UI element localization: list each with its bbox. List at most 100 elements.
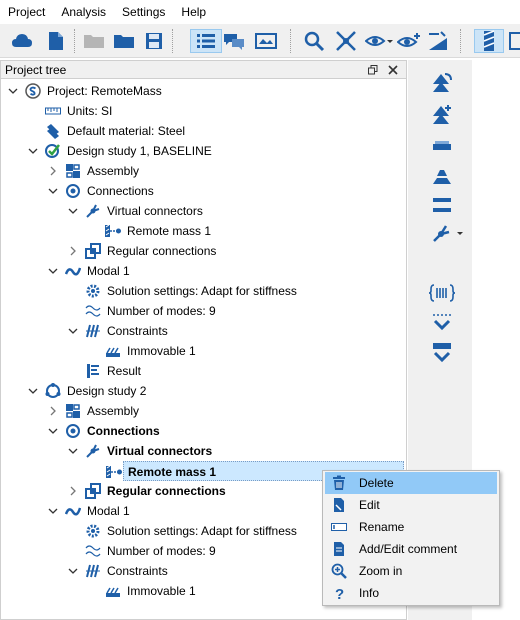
tree-row[interactable]: Assembly (1, 161, 406, 181)
context-menu-label: Edit (359, 498, 380, 512)
tree-row[interactable]: Connections (1, 181, 406, 201)
chevron-right-icon[interactable] (47, 401, 59, 421)
chevron-down-icon[interactable] (7, 81, 19, 101)
tree-list-icon[interactable] (190, 29, 222, 53)
tree-row-label: Connections (87, 424, 160, 438)
comments-icon[interactable] (222, 29, 246, 53)
chevron-down-icon[interactable] (67, 321, 79, 341)
tree-row-label: Remote mass 1 (127, 224, 212, 238)
open-folder-disabled-icon (82, 29, 106, 53)
tree-row[interactable]: Regular connections (1, 241, 406, 261)
window-partial-icon[interactable] (508, 29, 520, 53)
chevron-down-icon[interactable] (47, 501, 59, 521)
fit-arrows-icon[interactable] (334, 29, 358, 53)
context-menu: Delete Edit Rename Add/Edit comment Zoom in?… (322, 470, 500, 606)
remote-mass-icon (106, 464, 122, 480)
constraints-icon (85, 323, 101, 339)
tree-row[interactable]: Immovable 1 (1, 341, 406, 361)
rename-icon (331, 519, 347, 535)
panel-title: Project tree (5, 63, 67, 77)
tree-row-label: Immovable 1 (127, 344, 196, 358)
tree-row[interactable]: Units: SI (1, 101, 406, 121)
plate-icon[interactable] (428, 134, 456, 160)
tree-row-label: Solution settings: Adapt for stiffness (107, 524, 297, 538)
save-icon[interactable] (142, 29, 166, 53)
context-menu-item-zoom-in[interactable]: Zoom in (325, 560, 497, 582)
context-menu-item-info[interactable]: ? Info (325, 582, 497, 604)
chevron-down-icon[interactable] (67, 441, 79, 461)
context-menu-item-delete[interactable]: Delete (325, 472, 497, 494)
stack-icon[interactable] (428, 164, 456, 190)
menu-analysis[interactable]: Analysis (53, 0, 114, 24)
chevron-right-icon[interactable] (67, 481, 79, 501)
context-menu-item-edit[interactable]: Edit (325, 494, 497, 516)
check-layer-icon[interactable] (428, 310, 456, 336)
connector-dropdown-icon[interactable] (428, 220, 468, 246)
chevron-down-icon[interactable] (47, 261, 59, 281)
chevron-down-icon[interactable] (67, 201, 79, 221)
connections-icon (65, 183, 81, 199)
section-view-icon[interactable] (426, 29, 450, 53)
tree-row-label: Regular connections (107, 484, 226, 498)
tree-row-label: Modal 1 (87, 504, 130, 518)
tree-row[interactable]: Modal 1 (1, 261, 406, 281)
gear-icon (85, 523, 101, 539)
material-icon (45, 123, 61, 139)
tree-row[interactable]: Virtual connectors (1, 201, 406, 221)
tree-row[interactable]: Connections (1, 421, 406, 441)
menu-settings[interactable]: Settings (114, 0, 173, 24)
tree-row-label: Virtual connectors (107, 444, 213, 458)
tree-row[interactable]: Result (1, 361, 406, 381)
assembly-icon (65, 163, 81, 179)
chevron-down-icon[interactable] (47, 181, 59, 201)
toolbar-separator (460, 29, 461, 53)
regular-connections-icon (85, 483, 101, 499)
context-menu-item-rename[interactable]: Rename (325, 516, 497, 538)
toolbar-separator (74, 29, 75, 53)
view-eye-plus-icon[interactable] (396, 29, 422, 53)
menu-help[interactable]: Help (173, 0, 214, 24)
new-file-icon[interactable] (44, 29, 68, 53)
tree-row-label: Result (107, 364, 142, 378)
tree-row[interactable]: Default material: Steel (1, 121, 406, 141)
chevron-down-icon[interactable] (47, 421, 59, 441)
toolbar-separator (172, 29, 173, 53)
tree-row[interactable]: Remote mass 1 (1, 221, 406, 241)
tree-row-label: Default material: Steel (67, 124, 186, 138)
check-stack-icon[interactable] (428, 340, 456, 366)
edit-icon (331, 497, 347, 513)
chevron-down-icon[interactable] (27, 141, 39, 161)
menu-project[interactable]: Project (0, 0, 53, 24)
cloud-icon[interactable] (10, 29, 34, 53)
zoom-probe-icon[interactable] (302, 29, 326, 53)
tree-row[interactable]: Design study 2 (1, 381, 406, 401)
tree-row[interactable]: Assembly (1, 401, 406, 421)
chevron-right-icon[interactable] (47, 161, 59, 181)
comment-icon (331, 541, 347, 557)
tree-row[interactable]: Solution settings: Adapt for stiffness (1, 281, 406, 301)
tree-row[interactable]: Number of modes: 9 (1, 301, 406, 321)
close-icon[interactable] (385, 62, 401, 78)
context-menu-item-add-edit-comment[interactable]: Add/Edit comment (325, 538, 497, 560)
tree-row[interactable]: Virtual connectors (1, 441, 406, 461)
mesh-refresh-icon[interactable] (428, 70, 456, 96)
screenshot-icon[interactable] (254, 29, 278, 53)
chevron-right-icon[interactable] (67, 241, 79, 261)
mesh-add-icon[interactable] (428, 102, 456, 128)
chevron-down-icon[interactable] (27, 381, 39, 401)
view-eye-dropdown-icon[interactable] (364, 29, 394, 53)
project-icon (25, 83, 41, 99)
open-folder-icon[interactable] (112, 29, 136, 53)
spring-braces-icon[interactable] (428, 280, 456, 306)
tree-row[interactable]: Constraints (1, 321, 406, 341)
tree-row-label: Design study 1, BASELINE (67, 144, 212, 158)
layers-icon[interactable] (428, 192, 456, 218)
tree-row[interactable]: Project: RemoteMass (1, 81, 406, 101)
mesh-view-icon[interactable] (474, 29, 504, 53)
tree-row-label: Project: RemoteMass (47, 84, 162, 98)
restore-window-icon[interactable] (365, 62, 381, 78)
modes-wave-icon (85, 543, 101, 559)
assembly-icon (65, 403, 81, 419)
tree-row[interactable]: Design study 1, BASELINE (1, 141, 406, 161)
chevron-down-icon[interactable] (67, 561, 79, 581)
